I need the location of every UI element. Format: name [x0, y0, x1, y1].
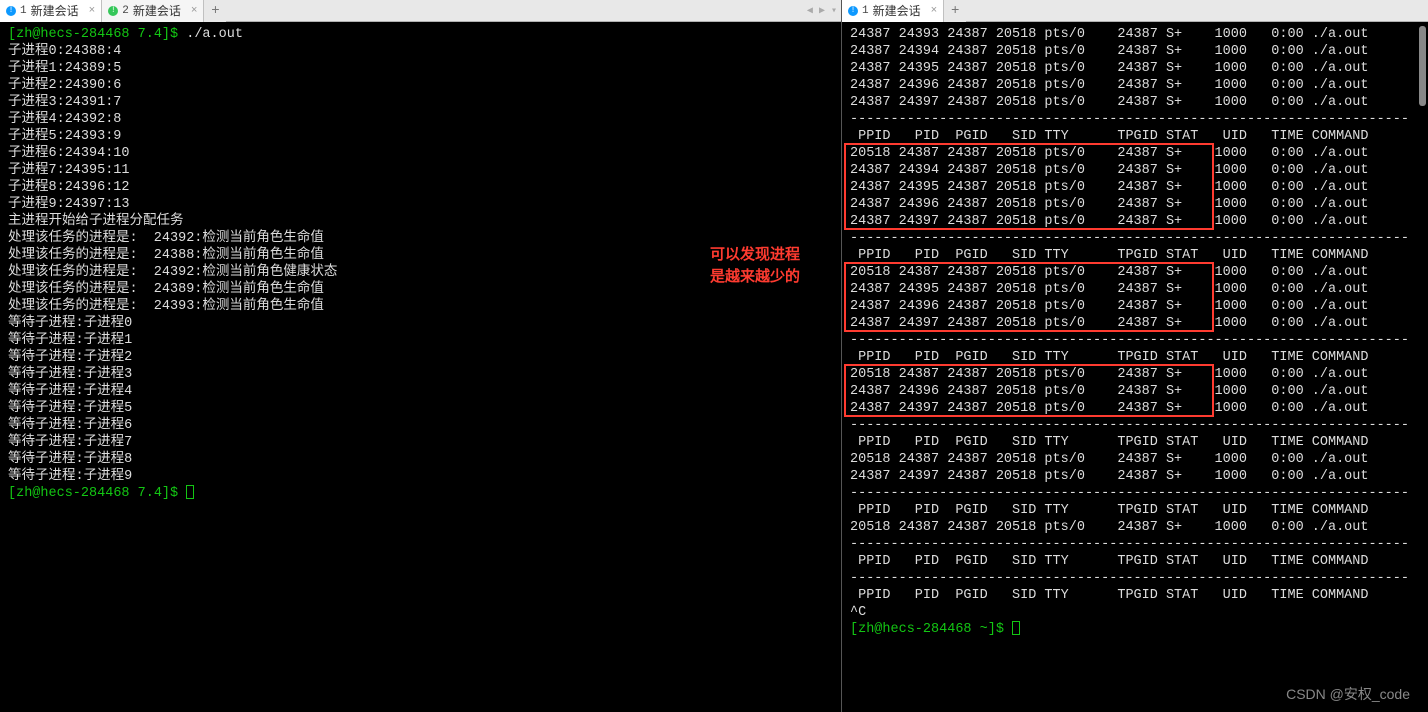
- tab-left-0[interactable]: ! 1 新建会话 ×: [0, 0, 102, 22]
- highlight-box-1: [844, 262, 1214, 332]
- tab-number: 1: [20, 5, 27, 17]
- tab-close-icon[interactable]: ×: [89, 5, 96, 17]
- new-tab-button-left[interactable]: +: [204, 0, 226, 22]
- tab-label: 新建会话: [133, 2, 181, 19]
- tab-close-icon[interactable]: ×: [931, 5, 938, 17]
- left-terminal-pane: ! 1 新建会话 ×! 2 新建会话 × + ◀ ▶ ▾ [zh@hecs-284468 7…: [0, 0, 842, 712]
- right-terminal-pane: ! 1 新建会话 × + 24387 24393 24387 20518 pts/0 …: [842, 0, 1428, 712]
- prompt: [zh@hecs-284468 ~]$: [850, 622, 1012, 637]
- watermark: CSDN @安权_code: [1286, 684, 1410, 704]
- cursor: [186, 485, 194, 499]
- tab-label: 新建会话: [873, 2, 921, 19]
- new-tab-button-right[interactable]: +: [944, 0, 966, 22]
- tab-status-icon: !: [848, 6, 858, 16]
- right-tabbar: ! 1 新建会话 × +: [842, 0, 1428, 22]
- tab-left-1[interactable]: ! 2 新建会话 ×: [102, 0, 204, 22]
- cursor: [1012, 621, 1020, 635]
- prompt: [zh@hecs-284468 7.4]$: [8, 27, 186, 42]
- tab-right-0[interactable]: ! 1 新建会话 ×: [842, 0, 944, 22]
- highlight-box-2: [844, 364, 1214, 417]
- tab-status-icon: !: [6, 6, 16, 16]
- highlight-box-0: [844, 143, 1214, 230]
- tab-status-icon: !: [108, 6, 118, 16]
- left-tabbar: ! 1 新建会话 ×! 2 新建会话 × + ◀ ▶ ▾: [0, 0, 841, 22]
- right-terminal[interactable]: 24387 24393 24387 20518 pts/0 24387 S+ 1…: [842, 22, 1428, 712]
- prompt: [zh@hecs-284468 7.4]$: [8, 486, 186, 501]
- tab-number: 2: [122, 5, 129, 17]
- left-terminal[interactable]: [zh@hecs-284468 7.4]$ ./a.out 子进程0:24388…: [0, 22, 841, 712]
- scrollbar-thumb[interactable]: [1419, 26, 1426, 106]
- tab-nav-arrows[interactable]: ◀ ▶ ▾: [807, 0, 837, 22]
- annotation-text: 可以发现进程 是越来越少的: [710, 244, 800, 288]
- tab-close-icon[interactable]: ×: [191, 5, 198, 17]
- tab-label: 新建会话: [31, 2, 79, 19]
- tab-number: 1: [862, 5, 869, 17]
